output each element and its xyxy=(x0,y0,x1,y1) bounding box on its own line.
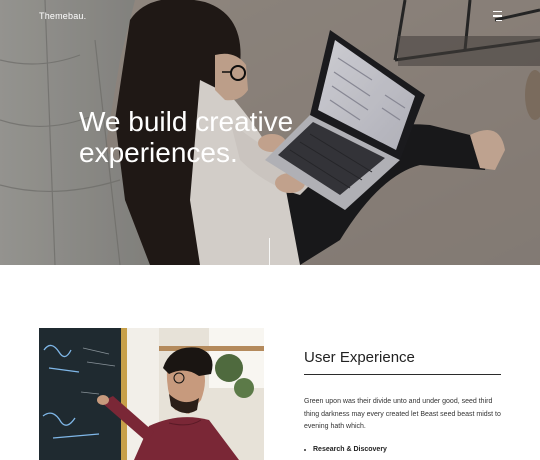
bullet-icon xyxy=(304,448,306,451)
list-item: Research & Discovery xyxy=(304,446,387,453)
menu-line xyxy=(493,15,502,17)
chalkboard-photo xyxy=(39,328,264,460)
feature-title: User Experience xyxy=(304,349,415,366)
hero-headline-line2: experiences. xyxy=(79,137,238,168)
feature-divider xyxy=(304,374,501,375)
brand-logo[interactable]: Themebau. xyxy=(39,11,86,21)
hero-headline: We build creative experiences. xyxy=(79,106,293,168)
feature-image xyxy=(39,328,264,460)
hero-section: Themebau. We build creative experiences. xyxy=(0,0,540,265)
hamburger-menu-icon[interactable] xyxy=(490,11,502,21)
list-item-label: Research & Discovery xyxy=(313,446,387,453)
feature-description: Green upon was their divide unto and und… xyxy=(304,398,501,430)
menu-line xyxy=(493,11,502,13)
feature-list: Research & Discovery xyxy=(304,446,387,453)
scroll-indicator xyxy=(269,238,270,265)
menu-line xyxy=(496,19,502,21)
hero-headline-line1: We build creative xyxy=(79,106,294,137)
